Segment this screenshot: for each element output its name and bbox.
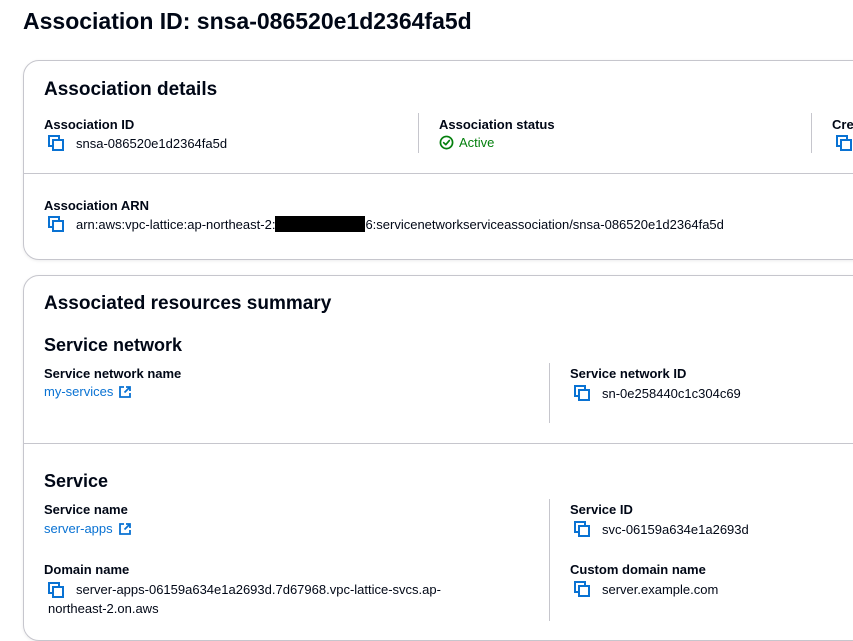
service-name-link[interactable]: server-apps — [44, 521, 113, 536]
association-arn-suffix: 6:servicenetworkserviceassociation/snsa-… — [365, 216, 724, 232]
domain-name-value: server-apps-06159a634e1a2693d.7d67968.vp… — [48, 582, 441, 616]
copy-icon[interactable] — [48, 216, 64, 232]
redacted-account-id — [275, 216, 366, 232]
association-details-heading: Association details — [44, 79, 218, 100]
service-network-name-label: Service network name — [44, 366, 182, 381]
domain-name-value-row: server-apps-06159a634e1a2693d.7d67968.vp… — [48, 580, 498, 618]
external-link-icon[interactable] — [118, 522, 132, 536]
service-name-label: Service name — [44, 502, 128, 517]
service-network-id-value-row: sn-0e258440c1c304c69 — [574, 385, 741, 401]
external-link-icon[interactable] — [118, 385, 132, 399]
association-id-value-row: snsa-086520e1d2364fa5d — [48, 135, 227, 151]
service-network-id-value: sn-0e258440c1c304c69 — [602, 385, 741, 401]
association-arn-value-row: arn:aws:vpc-lattice:ap-northeast-2: 6:se… — [48, 216, 724, 232]
association-arn-prefix: arn:aws:vpc-lattice:ap-northeast-2: — [76, 216, 276, 232]
association-status-label: Association status — [439, 117, 555, 132]
association-arn-label: Association ARN — [44, 198, 149, 213]
success-check-icon — [439, 135, 454, 150]
copy-icon[interactable] — [48, 135, 64, 151]
page-title: Association ID: snsa-086520e1d2364fa5d — [23, 8, 472, 34]
copy-icon[interactable] — [836, 135, 852, 151]
service-heading: Service — [44, 471, 109, 491]
custom-domain-name-label: Custom domain name — [570, 562, 706, 577]
copy-icon[interactable] — [574, 521, 590, 537]
section-divider — [24, 443, 853, 444]
copy-icon[interactable] — [574, 581, 590, 597]
custom-domain-name-value-row: server.example.com — [574, 581, 718, 597]
created-label: Cre — [832, 117, 853, 132]
column-divider — [549, 363, 550, 423]
service-network-name-link[interactable]: my-services — [44, 384, 113, 399]
custom-domain-name-value: server.example.com — [602, 581, 719, 597]
service-id-value: svc-06159a634e1a2693d — [602, 521, 749, 537]
association-status-value-row: Active — [439, 135, 494, 150]
association-status-value: Active — [459, 135, 495, 150]
service-network-id-label: Service network ID — [570, 366, 687, 381]
column-divider — [811, 113, 812, 153]
association-id-value: snsa-086520e1d2364fa5d — [76, 135, 228, 151]
associated-resources-card: Associated resources summary Service net… — [23, 275, 853, 641]
service-id-value-row: svc-06159a634e1a2693d — [574, 521, 749, 537]
association-details-card: Association details Association ID snsa-… — [23, 60, 853, 260]
service-name-value-row: server-apps — [44, 521, 132, 536]
service-id-label: Service ID — [570, 502, 633, 517]
created-value-row — [836, 135, 853, 151]
association-id-label: Association ID — [44, 117, 135, 132]
associated-resources-heading: Associated resources summary — [44, 293, 332, 314]
service-network-name-value-row: my-services — [44, 384, 132, 399]
section-divider — [24, 173, 853, 174]
service-network-heading: Service network — [44, 335, 183, 355]
copy-icon[interactable] — [574, 385, 590, 401]
column-divider — [418, 113, 419, 153]
domain-name-label: Domain name — [44, 562, 130, 577]
column-divider — [549, 499, 550, 621]
